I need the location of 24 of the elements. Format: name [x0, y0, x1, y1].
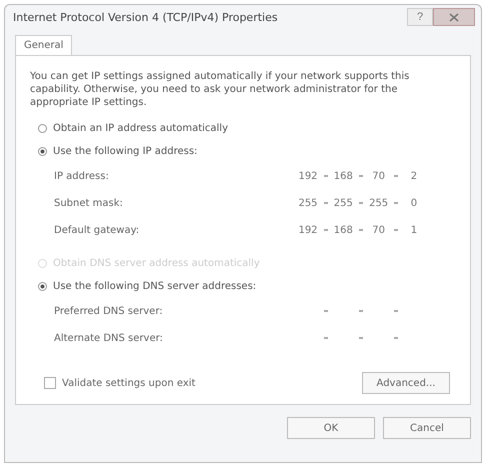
radio-option[interactable]: Obtain an IP address automatically: [38, 123, 456, 134]
radio-option[interactable]: Use the following DNS server addresses:: [38, 281, 456, 292]
field-label: Subnet mask:: [54, 198, 123, 208]
help-button[interactable]: ?: [407, 8, 433, 26]
field-label: Preferred DNS server:: [54, 306, 163, 316]
advanced-button[interactable]: Advanced...: [362, 372, 450, 394]
ip-field[interactable]: 255 255 255 0: [296, 196, 426, 210]
radio-dot-icon[interactable]: [38, 124, 47, 133]
radio-option[interactable]: Use the following IP address:: [38, 146, 456, 157]
close-button[interactable]: [433, 8, 475, 26]
tab[interactable]: General: [15, 35, 72, 55]
cancel-button[interactable]: Cancel: [383, 417, 471, 439]
field-label: Default gateway:: [54, 224, 140, 236]
field-label: IP address:: [54, 170, 109, 182]
validate-checkbox[interactable]: Validate settings upon exit: [44, 377, 196, 389]
radio-dot-icon[interactable]: [38, 147, 47, 156]
window-title: Internet Protocol Version 4 (TCP/IPv4) Properties: [13, 10, 279, 24]
radio-dot-icon[interactable]: [38, 282, 47, 291]
close-icon: [449, 12, 459, 22]
description-text: You can get IP settings assigned automatically if your network supports this capability. Otherwise, you need to ask your network administrator for the appropriate IP settings.: [30, 70, 410, 109]
ip-field[interactable]: 192 168 70 2: [296, 169, 426, 183]
ok-button[interactable]: OK: [287, 417, 375, 439]
ip-field[interactable]: 192 168 70 1: [296, 223, 426, 237]
field-label: Alternate DNS server:: [54, 332, 163, 344]
